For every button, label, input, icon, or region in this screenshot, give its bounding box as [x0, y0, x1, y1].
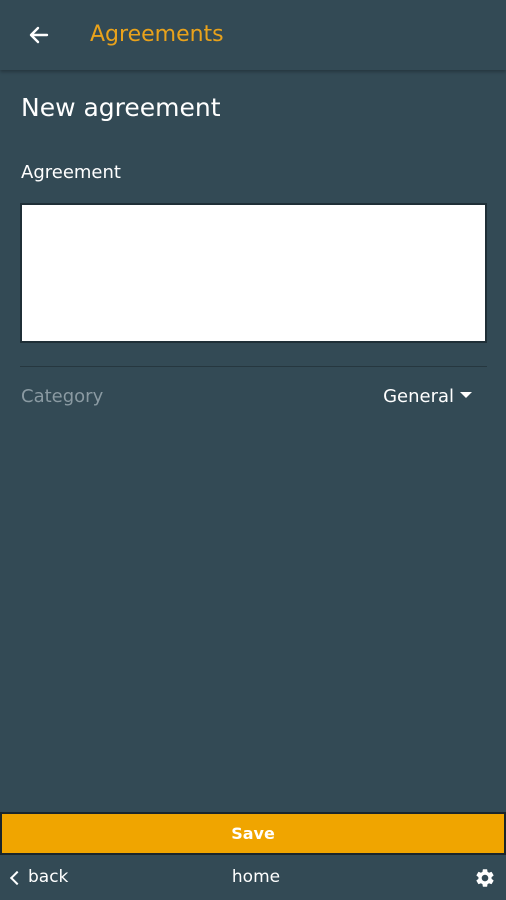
arrow-left-icon: [29, 26, 49, 44]
app-header: Agreements: [0, 0, 506, 70]
gear-icon[interactable]: [474, 867, 496, 889]
bottom-nav: home back: [0, 855, 506, 900]
category-label: Category: [21, 386, 104, 407]
back-link[interactable]: back: [9, 867, 69, 887]
agreement-label: Agreement: [21, 162, 121, 183]
save-button[interactable]: Save: [0, 812, 506, 855]
page-title: New agreement: [21, 93, 221, 122]
back-arrow-button[interactable]: [24, 20, 54, 50]
back-link-label: back: [28, 867, 69, 887]
divider: [20, 366, 487, 367]
agreement-textarea[interactable]: [20, 203, 487, 343]
category-value: General: [383, 386, 454, 407]
header-title: Agreements: [90, 22, 224, 47]
caret-down-icon: [460, 392, 472, 398]
home-link[interactable]: home: [0, 867, 506, 887]
category-dropdown[interactable]: General: [383, 385, 472, 409]
chevron-left-icon: [9, 870, 25, 885]
